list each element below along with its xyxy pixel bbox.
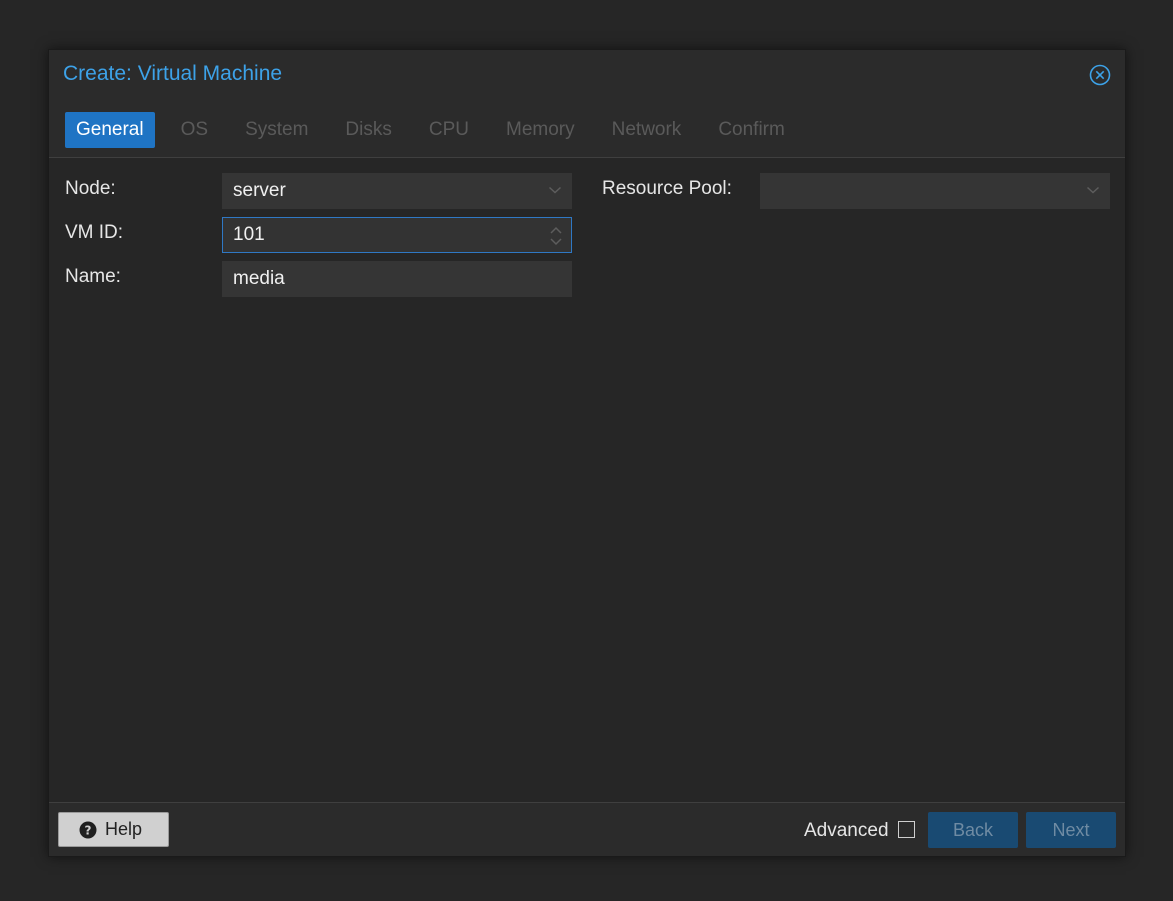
help-button[interactable]: ? Help	[58, 812, 169, 847]
vmid-field[interactable]	[222, 217, 572, 253]
wizard-tabs: General OS System Disks CPU Memory Netwo…	[65, 112, 811, 148]
tab-memory[interactable]: Memory	[495, 112, 586, 148]
general-form-panel: Node: server Resource Pool: VM ID: Name:	[49, 157, 1125, 803]
chevron-down-icon	[548, 186, 562, 194]
tab-confirm[interactable]: Confirm	[707, 112, 796, 148]
close-button[interactable]	[1089, 64, 1111, 86]
advanced-checkbox[interactable]	[898, 821, 915, 838]
resource-pool-label: Resource Pool:	[602, 178, 732, 199]
node-label: Node:	[65, 178, 116, 199]
name-label: Name:	[65, 266, 121, 287]
spinner-arrows-icon[interactable]	[549, 223, 563, 249]
node-value: server	[233, 180, 286, 201]
vmid-input[interactable]	[233, 224, 513, 246]
help-button-label: Help	[105, 819, 143, 839]
advanced-label: Advanced	[804, 820, 889, 841]
tab-general[interactable]: General	[65, 112, 155, 148]
name-input[interactable]	[233, 268, 513, 290]
tab-cpu[interactable]: CPU	[418, 112, 480, 148]
vmid-label: VM ID:	[65, 222, 124, 243]
name-field[interactable]	[222, 261, 572, 297]
resource-pool-select[interactable]	[760, 173, 1110, 209]
svg-text:?: ?	[85, 823, 92, 837]
close-circle-icon	[1089, 64, 1111, 86]
create-vm-dialog: Create: Virtual Machine General OS Syste…	[48, 49, 1126, 857]
chevron-down-icon	[1086, 186, 1100, 194]
tab-system[interactable]: System	[234, 112, 319, 148]
tab-network[interactable]: Network	[601, 112, 693, 148]
back-button[interactable]: Back	[928, 812, 1018, 848]
next-button[interactable]: Next	[1026, 812, 1116, 848]
question-circle-icon: ?	[79, 821, 97, 838]
tab-os[interactable]: OS	[170, 112, 219, 148]
node-select[interactable]: server	[222, 173, 572, 209]
dialog-footer: ? Help Advanced Back Next	[49, 804, 1125, 856]
dialog-title: Create: Virtual Machine	[63, 62, 283, 85]
tab-disks[interactable]: Disks	[334, 112, 402, 148]
